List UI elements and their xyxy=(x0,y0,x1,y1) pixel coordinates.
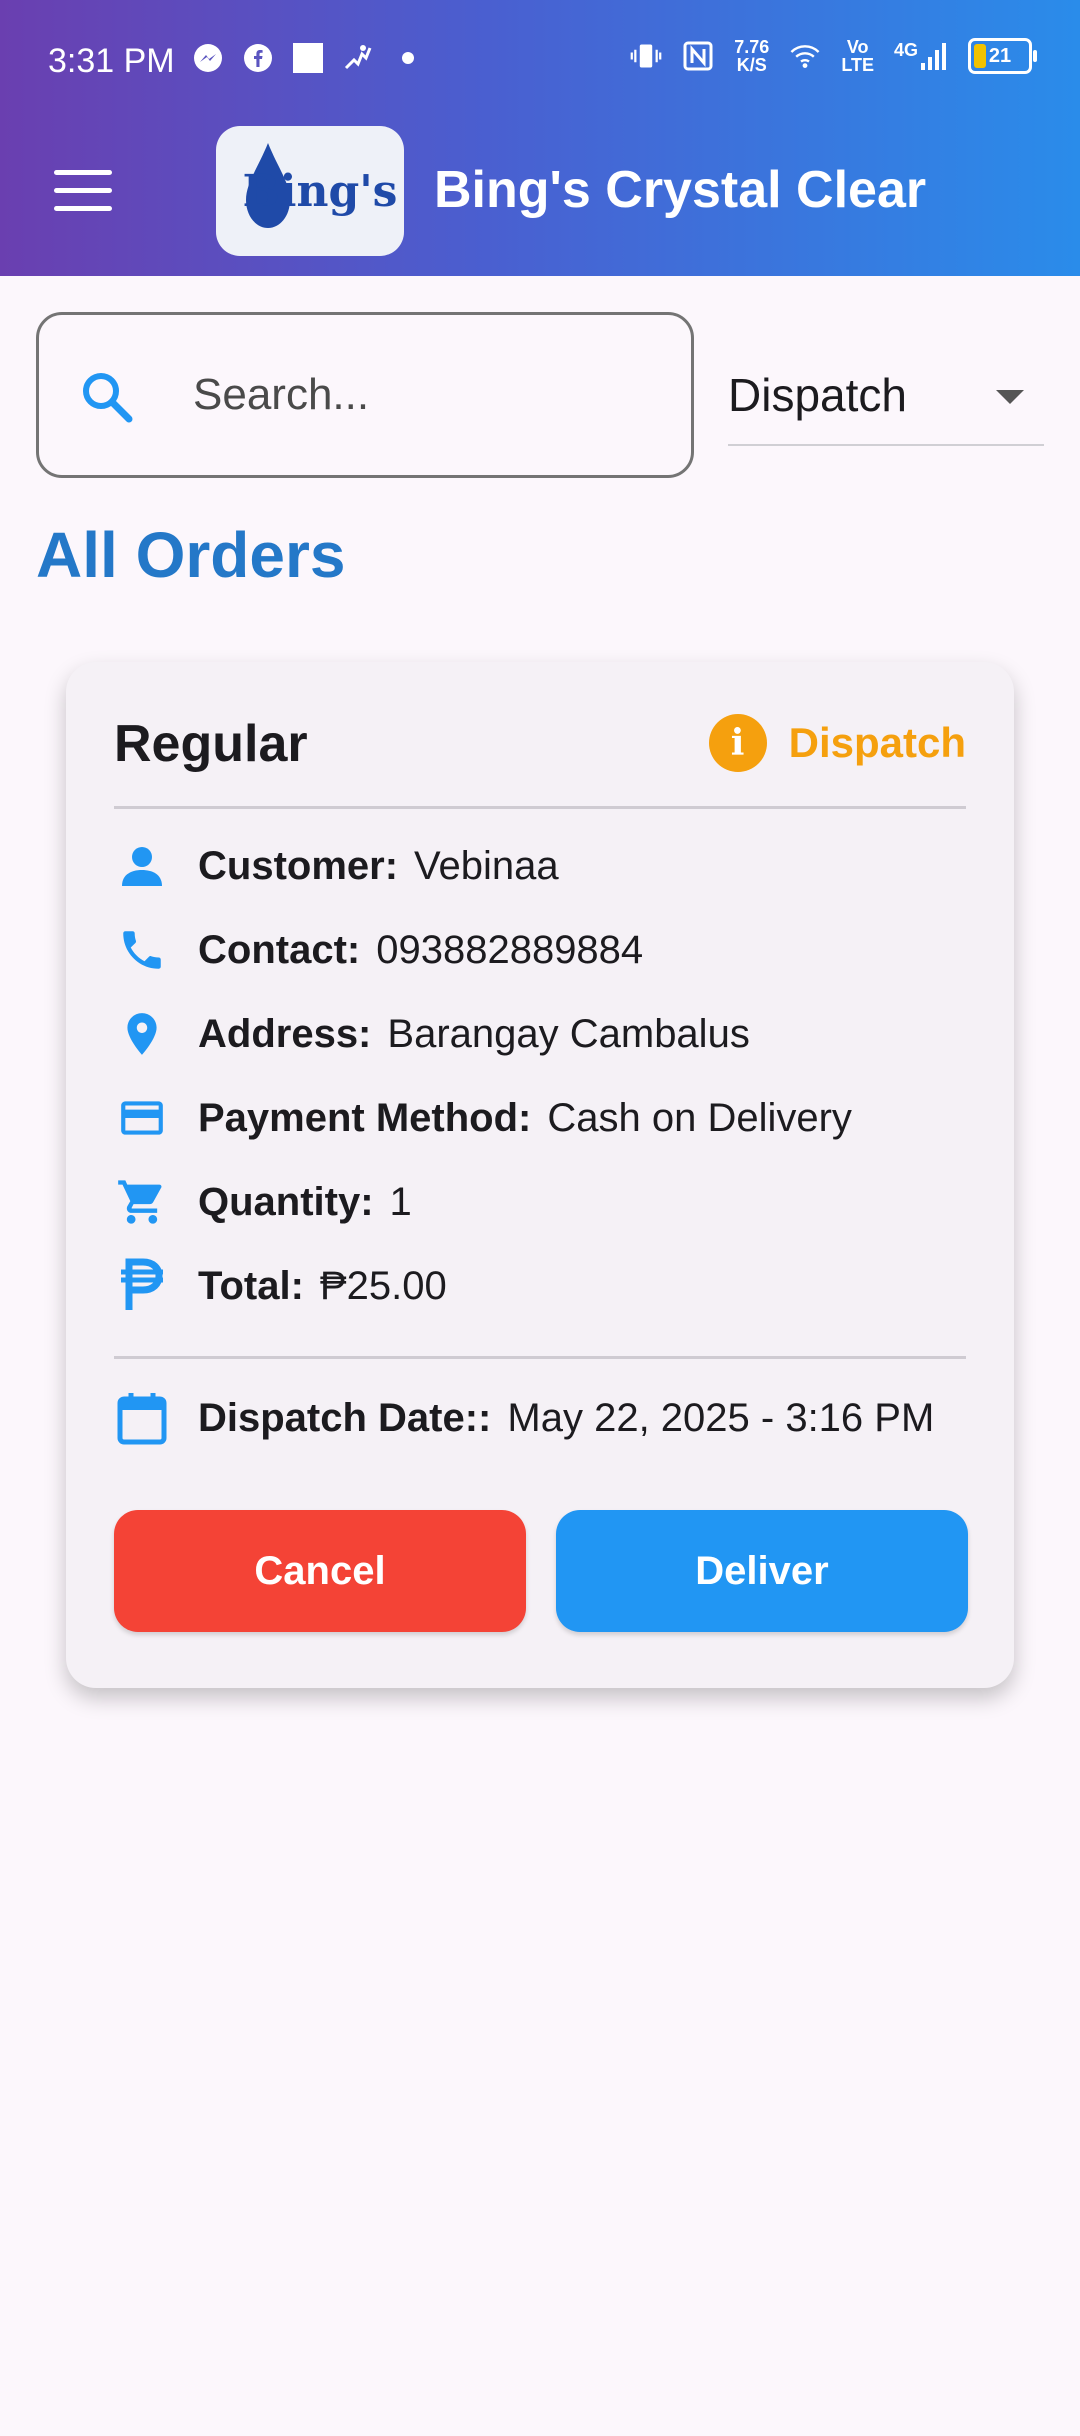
cart-icon xyxy=(114,1174,170,1230)
dispatch-date-value: May 22, 2025 - 3:16 PM xyxy=(507,1395,935,1440)
messenger-icon xyxy=(192,42,224,74)
calendar-icon xyxy=(114,1390,170,1446)
deliver-button[interactable]: Deliver xyxy=(556,1510,968,1632)
order-card: Regular i Dispatch Customer: Vebinaa Con… xyxy=(66,662,1014,1688)
vibrate-icon xyxy=(630,40,662,72)
page-title: All Orders xyxy=(36,519,346,591)
network-speed: 7.76 K/S xyxy=(734,37,770,75)
cancel-button[interactable]: Cancel xyxy=(114,1510,526,1632)
dot-icon xyxy=(392,42,424,74)
customer-name: Vebinaa xyxy=(414,843,559,888)
quantity-row: Quantity: 1 xyxy=(114,1174,412,1230)
status-filter-dropdown[interactable]: Dispatch xyxy=(728,340,1044,446)
facebook-icon xyxy=(242,42,274,74)
address-row: Address: Barangay Cambalus xyxy=(114,1006,750,1062)
status-time: 3:31 PM xyxy=(48,42,175,80)
person-icon xyxy=(114,838,170,894)
battery-icon: 21 xyxy=(968,38,1037,74)
search-icon xyxy=(79,369,135,430)
status-badge: i Dispatch xyxy=(708,714,966,772)
total-row: Total: ₱25.00 xyxy=(114,1258,447,1314)
total-value: ₱25.00 xyxy=(319,1263,447,1308)
activity-icon xyxy=(342,42,374,74)
app-bar: 3:31 PM 7.76 K/S Vo LTE 4G 21 Bing's Bin… xyxy=(0,0,1080,276)
dispatch-date-row: Dispatch Date:: May 22, 2025 - 3:16 PM xyxy=(114,1390,934,1446)
phone-icon xyxy=(114,922,170,978)
volte-indicator: Vo LTE xyxy=(841,37,874,75)
customer-row: Customer: Vebinaa xyxy=(114,838,559,894)
divider xyxy=(114,1356,966,1359)
contact-row: Contact: 093882889884 xyxy=(114,922,643,978)
credit-card-icon xyxy=(114,1090,170,1146)
logo-text: Bing's xyxy=(242,165,398,217)
peso-icon xyxy=(114,1258,170,1314)
nfc-icon xyxy=(682,40,714,72)
system-icons: 7.76 K/S Vo LTE 4G 21 xyxy=(630,37,1037,75)
quantity-value: 1 xyxy=(389,1179,412,1224)
contact-number: 093882889884 xyxy=(376,927,644,972)
order-status: Dispatch xyxy=(788,719,966,766)
search-input[interactable] xyxy=(191,359,655,431)
filter-selected-value: Dispatch xyxy=(728,369,907,421)
payment-method: Cash on Delivery xyxy=(547,1095,852,1140)
search-box[interactable] xyxy=(36,312,694,478)
app-title: Bing's Crystal Clear xyxy=(434,161,927,219)
divider xyxy=(114,806,966,809)
wifi-icon xyxy=(789,40,821,72)
dropdown-arrow-icon xyxy=(996,390,1024,404)
address-value: Barangay Cambalus xyxy=(387,1011,750,1056)
square-icon xyxy=(292,42,324,74)
notification-icons xyxy=(192,42,424,74)
signal-icon: 4G xyxy=(894,41,948,71)
hamburger-menu-icon[interactable] xyxy=(54,170,112,212)
order-type: Regular xyxy=(114,715,308,773)
app-logo: Bing's xyxy=(216,126,404,256)
payment-row: Payment Method: Cash on Delivery xyxy=(114,1090,852,1146)
status-bar: 3:31 PM 7.76 K/S Vo LTE 4G 21 xyxy=(0,0,1080,120)
location-pin-icon xyxy=(114,1006,170,1062)
info-icon: i xyxy=(708,714,767,772)
